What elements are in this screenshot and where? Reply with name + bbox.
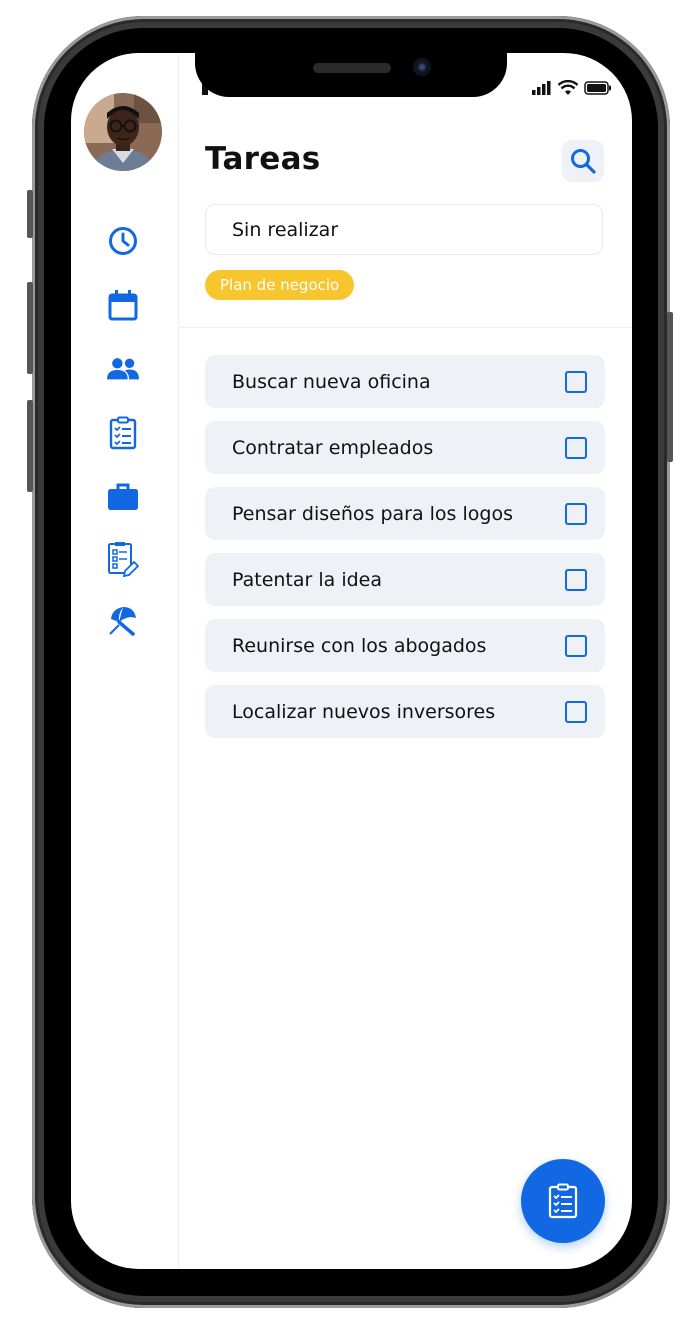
task-checkbox[interactable]: [565, 568, 587, 591]
power-button: [667, 312, 673, 462]
task-label: Pensar diseños para los logos: [232, 502, 513, 525]
add-task-fab[interactable]: [521, 1159, 605, 1243]
category-tag[interactable]: Plan de negocio: [205, 270, 355, 300]
page-title: Tareas: [205, 141, 321, 177]
task-item[interactable]: Reunirse con los abogados: [205, 619, 605, 672]
search-button[interactable]: [562, 140, 604, 182]
briefcase-icon[interactable]: [107, 481, 139, 513]
task-item[interactable]: Patentar la idea: [205, 553, 605, 606]
report-icon[interactable]: [107, 542, 139, 577]
phone-notch: [195, 53, 507, 97]
signal-icon: [532, 81, 551, 95]
task-item[interactable]: Buscar nueva oficina: [205, 355, 605, 408]
filter-dropdown[interactable]: Sin realizar: [205, 204, 603, 255]
task-item[interactable]: Contratar empleados: [205, 421, 605, 474]
task-label: Localizar nuevos inversores: [232, 700, 496, 723]
search-icon: [571, 149, 596, 174]
status-bar-icons: [532, 80, 612, 96]
task-checkbox[interactable]: [565, 700, 587, 723]
mute-switch: [27, 190, 33, 238]
task-checkbox[interactable]: [565, 436, 587, 459]
volume-up-button: [27, 282, 33, 374]
task-list: Buscar nueva oficina Contratar empleados…: [205, 355, 605, 751]
app-screen: Tareas Sin realizar Plan de negocio Busc…: [71, 53, 632, 1269]
volume-down-button: [27, 400, 33, 492]
people-icon[interactable]: [107, 353, 139, 385]
umbrella-icon[interactable]: [107, 605, 139, 637]
divider: [179, 327, 632, 328]
checklist-icon[interactable]: [107, 416, 139, 450]
task-checkbox[interactable]: [565, 634, 587, 657]
task-label: Buscar nueva oficina: [232, 370, 431, 393]
calendar-icon[interactable]: [107, 289, 139, 321]
task-label: Contratar empleados: [232, 436, 434, 459]
avatar[interactable]: [84, 93, 162, 171]
wifi-icon: [558, 80, 578, 95]
task-label: Reunirse con los abogados: [232, 634, 487, 657]
sidebar: [71, 53, 179, 1269]
task-item[interactable]: Localizar nuevos inversores: [205, 685, 605, 738]
task-item[interactable]: Pensar diseños para los logos: [205, 487, 605, 540]
task-label: Patentar la idea: [232, 568, 383, 591]
clock-icon[interactable]: [107, 225, 139, 257]
clipboard-icon: [548, 1183, 578, 1219]
filter-value: Sin realizar: [232, 218, 339, 241]
task-checkbox[interactable]: [565, 502, 587, 525]
battery-icon: [584, 81, 611, 95]
task-checkbox[interactable]: [565, 370, 587, 393]
